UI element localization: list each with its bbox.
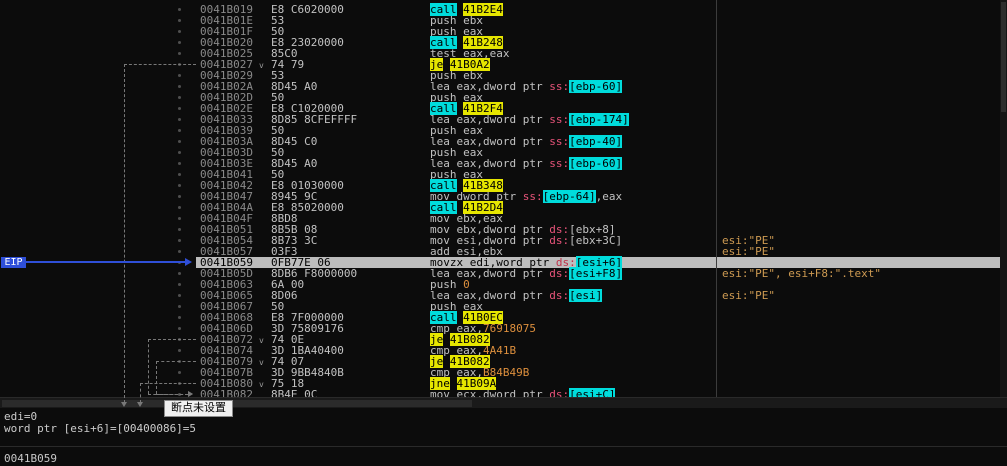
breakpoint-dot[interactable] xyxy=(178,316,181,319)
breakpoint-dot[interactable] xyxy=(178,184,181,187)
disasm-row[interactable]: 0041B027v74 79je 41B0A2 xyxy=(0,59,1007,70)
jump-down-indicator: v xyxy=(259,357,264,368)
disasm-row[interactable]: 0041B01E53push ebx xyxy=(0,15,1007,26)
breakpoint-dot[interactable] xyxy=(178,19,181,22)
breakpoint-dot[interactable] xyxy=(178,129,181,132)
horizontal-scrollbar[interactable] xyxy=(0,397,1007,408)
disasm-row[interactable]: 0041B0658D06lea eax,dword ptr ds:[esi]es… xyxy=(0,290,1007,301)
breakpoint-dot[interactable] xyxy=(178,85,181,88)
disasm-row[interactable]: 0041B07B3D 9BB4840Bcmp eax,B84B49B xyxy=(0,367,1007,378)
jump-down-indicator: v xyxy=(259,379,264,390)
disassembly-rows: 0041B019E8 C6020000call 41B2E40041B01E53… xyxy=(0,0,1007,400)
comment-cell: esi:"PE" xyxy=(722,246,775,257)
breakpoint-dot[interactable] xyxy=(178,206,181,209)
disasm-row[interactable]: 0041B04150push eax xyxy=(0,169,1007,180)
breakpoint-dot[interactable] xyxy=(178,63,181,66)
disasm-row[interactable]: 0041B02D50push eax xyxy=(0,92,1007,103)
debugger-disassembly-view: 0041B019E8 C6020000call 41B2E40041B01E53… xyxy=(0,0,1007,466)
breakpoint-dot[interactable] xyxy=(178,96,181,99)
breakpoint-dot[interactable] xyxy=(178,74,181,77)
breakpoint-dot[interactable] xyxy=(178,107,181,110)
disasm-row[interactable]: 0041B019E8 C6020000call 41B2E4 xyxy=(0,4,1007,15)
info-panel: edi=0 word ptr [esi+6]=[00400086]=5 xyxy=(0,408,1007,446)
horizontal-scrollbar-thumb[interactable] xyxy=(2,400,472,407)
disasm-row[interactable]: 0041B0743D 1BA40400cmp eax,4A41B xyxy=(0,345,1007,356)
breakpoint-dot[interactable] xyxy=(178,52,181,55)
breakpoint-dot[interactable] xyxy=(178,228,181,231)
breakpoint-dot[interactable] xyxy=(178,283,181,286)
jump-down-indicator: v xyxy=(259,60,264,71)
breakpoint-dot[interactable] xyxy=(178,371,181,374)
comment-cell: esi:"PE", esi+F8:".text" xyxy=(722,268,881,279)
breakpoint-dot[interactable] xyxy=(178,239,181,242)
breakpoint-dot[interactable] xyxy=(178,8,181,11)
comment-column-separator xyxy=(716,0,717,397)
disasm-row[interactable]: 0041B0478945 9Cmov dword ptr ss:[ebp-64]… xyxy=(0,191,1007,202)
disasm-row[interactable]: 0041B03E8D45 A0lea eax,dword ptr ss:[ebp… xyxy=(0,158,1007,169)
breakpoint-dot[interactable] xyxy=(178,140,181,143)
vertical-scrollbar[interactable] xyxy=(1000,0,1007,397)
breakpoint-dot[interactable] xyxy=(178,393,181,396)
breakpoint-dot[interactable] xyxy=(178,41,181,44)
comment-cell: esi:"PE" xyxy=(722,290,775,301)
breakpoint-dot[interactable] xyxy=(178,162,181,165)
disasm-row[interactable]: 0041B06D3D 75809176cmp eax,76918075 xyxy=(0,323,1007,334)
disasm-row[interactable]: 0041B05D8DB6 F8000000lea eax,dword ptr d… xyxy=(0,268,1007,279)
info-line-memory: word ptr [esi+6]=[00400086]=5 xyxy=(4,423,1007,435)
breakpoint-dot[interactable] xyxy=(178,327,181,330)
breakpoint-dot[interactable] xyxy=(178,151,181,154)
breakpoint-dot[interactable] xyxy=(178,382,181,385)
breakpoint-dot[interactable] xyxy=(178,250,181,253)
breakpoint-dot[interactable] xyxy=(178,195,181,198)
breakpoint-dot[interactable] xyxy=(178,118,181,121)
status-bar-address: 0041B059 xyxy=(4,452,57,465)
disasm-row[interactable]: 0041B0338D85 8CFEFFFFlea eax,dword ptr s… xyxy=(0,114,1007,125)
breakpoint-dot[interactable] xyxy=(178,349,181,352)
vertical-scrollbar-thumb[interactable] xyxy=(1001,2,1006,112)
disasm-row[interactable]: 0041B01F50push eax xyxy=(0,26,1007,37)
disasm-row[interactable]: 0041B02585C0test eax,eax xyxy=(0,48,1007,59)
breakpoint-dot[interactable] xyxy=(178,261,181,264)
disasm-row[interactable]: 0041B04AE8 85020000call 41B2D4 xyxy=(0,202,1007,213)
disasm-row[interactable]: 0041B03A8D45 C0lea eax,dword ptr ss:[ebp… xyxy=(0,136,1007,147)
disasm-row[interactable]: 0041B06750push eax xyxy=(0,301,1007,312)
breakpoint-dot[interactable] xyxy=(178,305,181,308)
jump-down-indicator: v xyxy=(259,335,264,346)
disasm-row[interactable]: 0041B02A8D45 A0lea eax,dword ptr ss:[ebp… xyxy=(0,81,1007,92)
breakpoint-dot[interactable] xyxy=(178,294,181,297)
status-bar: 0041B059 xyxy=(0,446,1007,466)
breakpoint-dot[interactable] xyxy=(178,360,181,363)
breakpoint-dot[interactable] xyxy=(178,173,181,176)
breakpoint-dot[interactable] xyxy=(178,272,181,275)
breakpoint-dot[interactable] xyxy=(178,217,181,220)
breakpoint-dot[interactable] xyxy=(178,30,181,33)
breakpoint-dot[interactable] xyxy=(178,338,181,341)
disasm-row[interactable]: 0041B0548B73 3Cmov esi,dword ptr ds:[ebx… xyxy=(0,235,1007,246)
breakpoint-not-set-tooltip: 断点未设置 xyxy=(164,400,233,417)
